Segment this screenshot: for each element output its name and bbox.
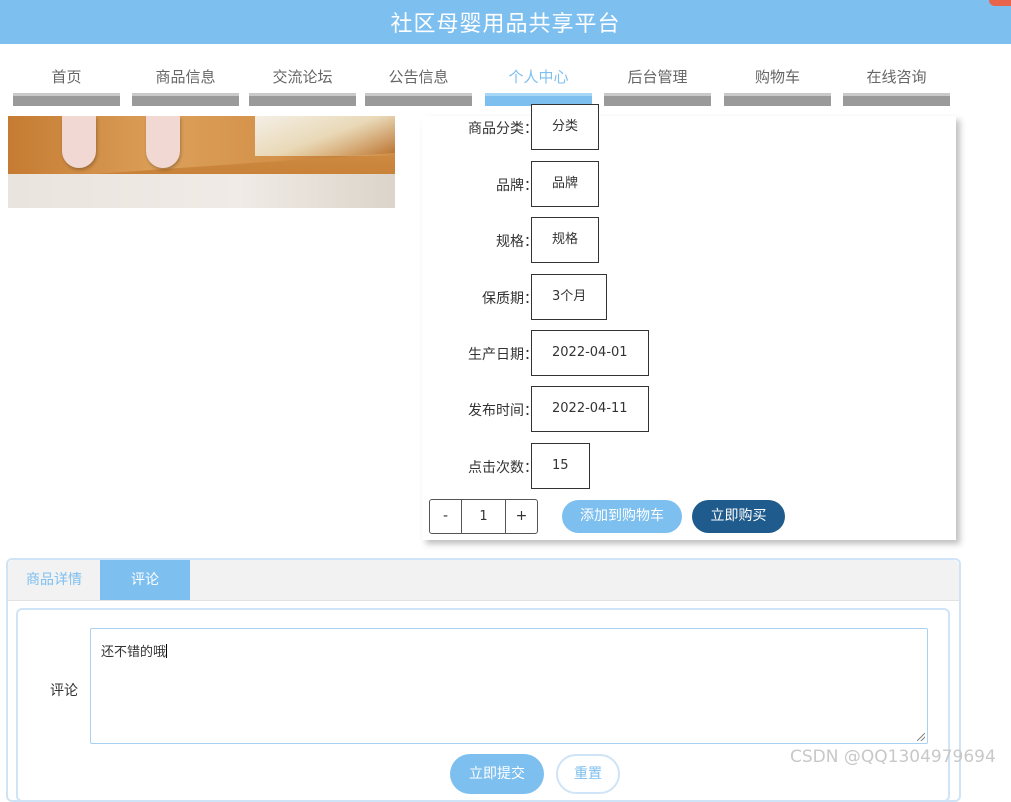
comment-textarea[interactable]: 还不错的哦 [90,628,928,744]
nav-label: 个人中心 [508,68,569,86]
straw-decoration [255,116,395,156]
comment-label: 评论 [50,683,78,699]
field-label: 点击次数： [468,460,538,476]
field-value: 2022-04-01 [531,330,649,376]
watermark: CSDN @QQ1304979694 [790,747,996,767]
tab-comments[interactable]: 评论 [100,560,190,600]
field-value: 规格 [531,217,600,263]
nav-underline [249,93,356,106]
field-brand: 品牌： 品牌 [422,161,956,207]
field-spec: 规格： 规格 [422,217,956,263]
product-image [8,116,395,208]
field-shelf-life: 保质期： 3个月 [422,274,956,320]
nav-item-cart[interactable]: 购物车 [724,44,831,106]
field-publish-time: 发布时间： 2022-04-11 [422,386,956,432]
nav-item-forum[interactable]: 交流论坛 [249,44,356,106]
field-value: 2022-04-11 [531,386,649,432]
nav-item-home[interactable]: 首页 [13,44,120,106]
field-label: 商品分类： [468,121,538,137]
nav-label: 交流论坛 [272,68,333,86]
field-label: 发布时间： [468,403,538,419]
nav-label: 在线咨询 [866,68,927,86]
buy-now-button[interactable]: 立即购买 [692,500,785,533]
corner-decoration [989,0,1011,6]
nav-label: 公告信息 [388,68,449,86]
field-click-count: 点击次数： 15 [422,443,956,489]
nav-label: 商品信息 [155,68,216,86]
resize-handle-icon[interactable] [917,733,925,741]
field-label: 生产日期： [468,347,538,363]
tab-strip: 商品详情 评论 [8,560,959,601]
nav-underline [13,93,120,106]
comment-form: 评论 还不错的哦 立即提交 重置 [16,608,950,802]
quantity-decrease-button[interactable]: - [430,500,461,533]
tab-product-details[interactable]: 商品详情 [8,560,100,600]
field-production-date: 生产日期： 2022-04-01 [422,330,956,376]
field-value: 品牌 [531,161,600,207]
quantity-increase-button[interactable]: + [506,500,537,533]
nav-item-consult[interactable]: 在线咨询 [843,44,950,106]
reset-button[interactable]: 重置 [556,754,620,794]
field-category: 商品分类： 分类 [422,104,956,150]
comment-text: 还不错的哦 [101,645,167,660]
product-info-panel: 商品分类： 分类 品牌： 品牌 规格： 规格 保质期： 3个月 生产日期： 20… [422,104,956,540]
site-title: 社区母婴用品共享平台 [390,12,621,37]
nav-underline [132,93,239,106]
spoon-handle [146,116,180,168]
field-value: 15 [531,443,590,489]
header: 社区母婴用品共享平台 [0,0,1011,44]
nav-item-products[interactable]: 商品信息 [132,44,239,106]
submit-comment-button[interactable]: 立即提交 [450,754,544,794]
nav-label: 首页 [51,68,82,86]
text-caret [166,644,168,658]
quantity-input[interactable]: 1 [461,500,506,533]
field-value: 分类 [531,104,600,150]
field-label: 保质期： [482,291,538,307]
nav-item-announcements[interactable]: 公告信息 [365,44,472,106]
quantity-stepper: - 1 + [429,499,538,534]
field-value: 3个月 [531,274,608,320]
nav-item-admin[interactable]: 后台管理 [604,44,711,106]
nav-item-personal-center[interactable]: 个人中心 [485,44,592,106]
add-to-cart-button[interactable]: 添加到购物车 [562,500,682,533]
table-surface [8,174,395,208]
nav-label: 后台管理 [627,68,688,86]
nav-label: 购物车 [754,68,800,86]
spoon-handle [62,116,96,168]
